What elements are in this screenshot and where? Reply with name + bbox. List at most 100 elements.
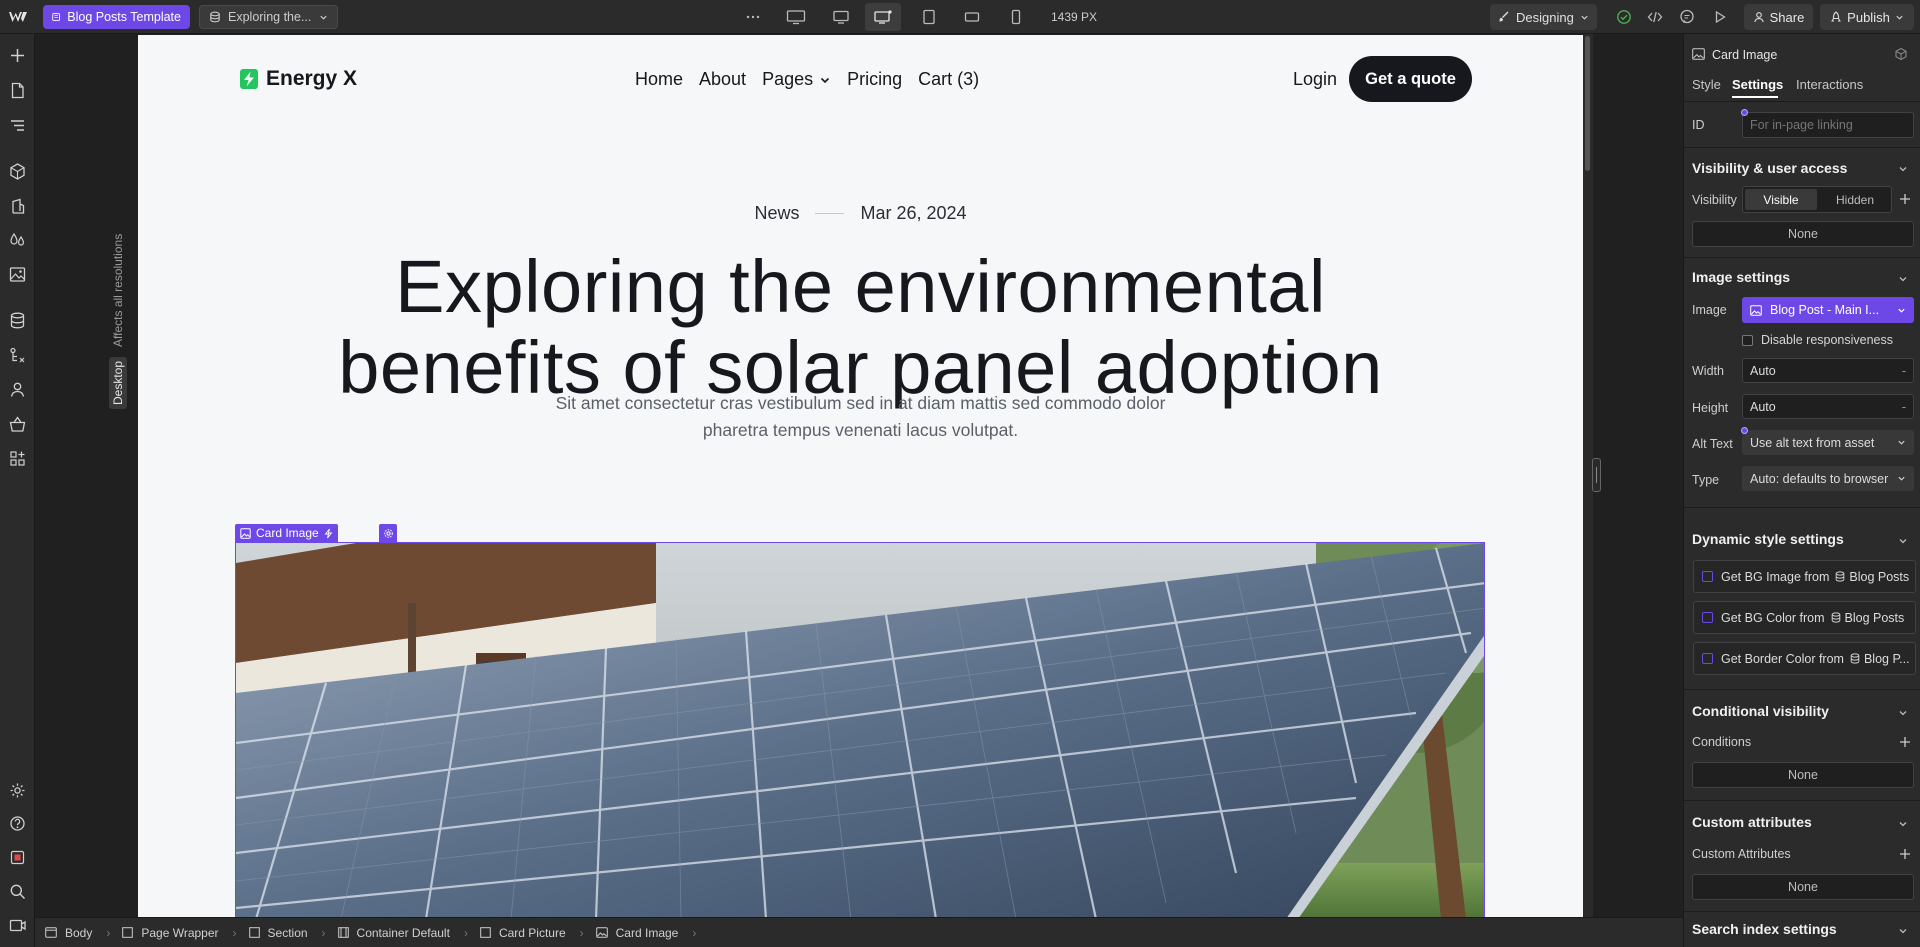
navigator-icon[interactable] bbox=[8, 116, 27, 135]
add-icon[interactable] bbox=[1899, 193, 1911, 205]
disable-responsiveness-checkbox[interactable]: Disable responsiveness bbox=[1742, 333, 1893, 347]
card-image[interactable] bbox=[235, 542, 1485, 917]
dynamic-border-color-row[interactable]: Get Border Color from Blog P... bbox=[1693, 642, 1916, 675]
video-tutorials-icon[interactable] bbox=[8, 916, 27, 935]
chevron-down-icon[interactable] bbox=[1898, 274, 1908, 284]
breadcrumb-card-image[interactable]: Card Image bbox=[595, 925, 679, 940]
custom-attributes-none-box[interactable]: None bbox=[1692, 874, 1914, 900]
record-stop-icon[interactable] bbox=[8, 848, 27, 867]
components-icon[interactable] bbox=[8, 162, 27, 181]
id-input[interactable] bbox=[1742, 112, 1914, 138]
breadcrumb-section[interactable]: Section bbox=[248, 926, 308, 940]
source-name: Blog Posts bbox=[1844, 610, 1905, 625]
logic-icon[interactable] bbox=[8, 346, 27, 365]
scrollbar-thumb[interactable] bbox=[1585, 36, 1590, 171]
add-icon[interactable] bbox=[1899, 736, 1911, 748]
cms-icon[interactable] bbox=[8, 311, 27, 330]
chevron-down-icon[interactable] bbox=[1898, 708, 1908, 718]
dynamic-bg-image-row[interactable]: Get BG Image from Blog Posts bbox=[1693, 560, 1916, 593]
breakpoint-tablet-icon[interactable] bbox=[918, 7, 940, 27]
pages-icon[interactable] bbox=[8, 81, 27, 100]
search-index-section-title[interactable]: Search index settings bbox=[1692, 921, 1837, 937]
mode-selector[interactable]: Designing bbox=[1490, 4, 1597, 30]
canvas-resize-handle[interactable] bbox=[1592, 458, 1601, 492]
breakpoint-large-icon[interactable] bbox=[830, 7, 852, 27]
breadcrumb-label: Container Default bbox=[356, 925, 450, 940]
users-icon[interactable] bbox=[8, 380, 27, 399]
assets-icon[interactable] bbox=[8, 265, 27, 284]
more-options-icon[interactable] bbox=[742, 7, 764, 27]
breadcrumb-container[interactable]: Container Default bbox=[337, 925, 450, 940]
component-icon[interactable] bbox=[1894, 47, 1908, 61]
chevron-down-icon[interactable] bbox=[1898, 926, 1908, 936]
variables-icon[interactable] bbox=[8, 231, 27, 250]
styles-icon[interactable] bbox=[8, 197, 27, 216]
search-icon[interactable] bbox=[8, 882, 27, 901]
page-preview-frame[interactable]: Energy X Home About Pages Pricing Cart (… bbox=[138, 35, 1583, 917]
image-settings-section-title[interactable]: Image settings bbox=[1692, 269, 1790, 285]
site-logo[interactable]: Energy X bbox=[240, 67, 357, 91]
settings-gear-icon[interactable] bbox=[8, 781, 27, 800]
post-category[interactable]: News bbox=[754, 203, 799, 224]
width-input[interactable]: Auto - bbox=[1742, 358, 1914, 383]
custom-attributes-label: Custom Attributes bbox=[1692, 847, 1791, 861]
breadcrumb-body[interactable]: Body bbox=[45, 926, 92, 940]
breakpoint-mobile-landscape-icon[interactable] bbox=[961, 7, 983, 27]
comments-icon[interactable] bbox=[1676, 7, 1698, 27]
selected-element-label[interactable]: Card Image bbox=[235, 524, 338, 542]
nav-pages-dropdown[interactable]: Pages bbox=[762, 69, 831, 90]
alt-text-select[interactable]: Use alt text from asset bbox=[1742, 430, 1914, 455]
dynamic-style-section-title[interactable]: Dynamic style settings bbox=[1692, 531, 1844, 547]
canvas-width-readout[interactable]: 1439 PX bbox=[1051, 10, 1097, 24]
div-block-icon bbox=[122, 927, 134, 938]
share-button[interactable]: Share bbox=[1744, 4, 1813, 30]
page-selector[interactable]: Blog Posts Template bbox=[43, 5, 190, 29]
dynamic-bg-color-row[interactable]: Get BG Color from Blog Posts bbox=[1693, 601, 1916, 634]
ecommerce-icon[interactable] bbox=[8, 415, 27, 434]
conditional-visibility-section-title[interactable]: Conditional visibility bbox=[1692, 703, 1829, 719]
code-icon[interactable] bbox=[1644, 7, 1666, 27]
nav-about[interactable]: About bbox=[699, 69, 746, 90]
post-date: Mar 26, 2024 bbox=[860, 203, 967, 223]
chevron-down-icon[interactable] bbox=[1898, 164, 1908, 174]
visibility-none-box[interactable]: None bbox=[1692, 221, 1914, 247]
element-settings-icon[interactable] bbox=[379, 524, 397, 542]
breakpoint-mobile-portrait-icon[interactable] bbox=[1005, 7, 1027, 27]
breakpoint-desktop-icon[interactable] bbox=[865, 3, 901, 31]
check-status-icon[interactable] bbox=[1613, 7, 1635, 27]
dynamic-row-label: Get BG Color from bbox=[1721, 610, 1825, 625]
dynamic-row-label: Get BG Image from bbox=[1721, 569, 1830, 584]
nav-cart[interactable]: Cart (3) bbox=[918, 69, 979, 90]
unit-dash: - bbox=[1901, 399, 1906, 414]
visibility-visible-option[interactable]: Visible bbox=[1745, 189, 1817, 210]
custom-attributes-section-title[interactable]: Custom attributes bbox=[1692, 814, 1812, 830]
add-icon[interactable] bbox=[1899, 848, 1911, 860]
add-element-icon[interactable] bbox=[8, 46, 27, 65]
login-link[interactable]: Login bbox=[1293, 69, 1337, 90]
webflow-logo-icon[interactable] bbox=[8, 9, 28, 25]
nav-pricing[interactable]: Pricing bbox=[847, 69, 902, 90]
loading-type-select[interactable]: Auto: defaults to browser bbox=[1742, 466, 1914, 491]
tab-interactions[interactable]: Interactions bbox=[1796, 77, 1863, 92]
breakpoint-xl-icon[interactable] bbox=[785, 7, 807, 27]
tab-style[interactable]: Style bbox=[1692, 77, 1721, 92]
nav-home[interactable]: Home bbox=[635, 69, 683, 90]
chevron-down-icon[interactable] bbox=[1898, 536, 1908, 546]
help-icon[interactable] bbox=[8, 814, 27, 833]
design-canvas[interactable]: Desktop Affects all resolutions Energy X… bbox=[35, 34, 1683, 917]
get-quote-button[interactable]: Get a quote bbox=[1349, 56, 1472, 102]
chevron-down-icon[interactable] bbox=[1898, 819, 1908, 829]
height-input[interactable]: Auto - bbox=[1742, 394, 1914, 419]
image-source-select[interactable]: Blog Post - Main I... bbox=[1742, 297, 1914, 323]
cms-item-selector[interactable]: Exploring the... bbox=[199, 5, 338, 29]
breadcrumb-page-wrapper[interactable]: Page Wrapper bbox=[122, 926, 219, 940]
visibility-hidden-option[interactable]: Hidden bbox=[1819, 189, 1891, 210]
publish-button[interactable]: Publish bbox=[1820, 4, 1914, 30]
breadcrumb-label: Card Image bbox=[615, 925, 679, 940]
tab-settings[interactable]: Settings bbox=[1732, 77, 1783, 92]
visibility-section-title[interactable]: Visibility & user access bbox=[1692, 160, 1847, 176]
apps-icon[interactable] bbox=[8, 449, 27, 468]
preview-play-icon[interactable] bbox=[1709, 7, 1731, 27]
conditions-none-box[interactable]: None bbox=[1692, 762, 1914, 788]
breadcrumb-card-picture[interactable]: Card Picture bbox=[480, 926, 566, 940]
